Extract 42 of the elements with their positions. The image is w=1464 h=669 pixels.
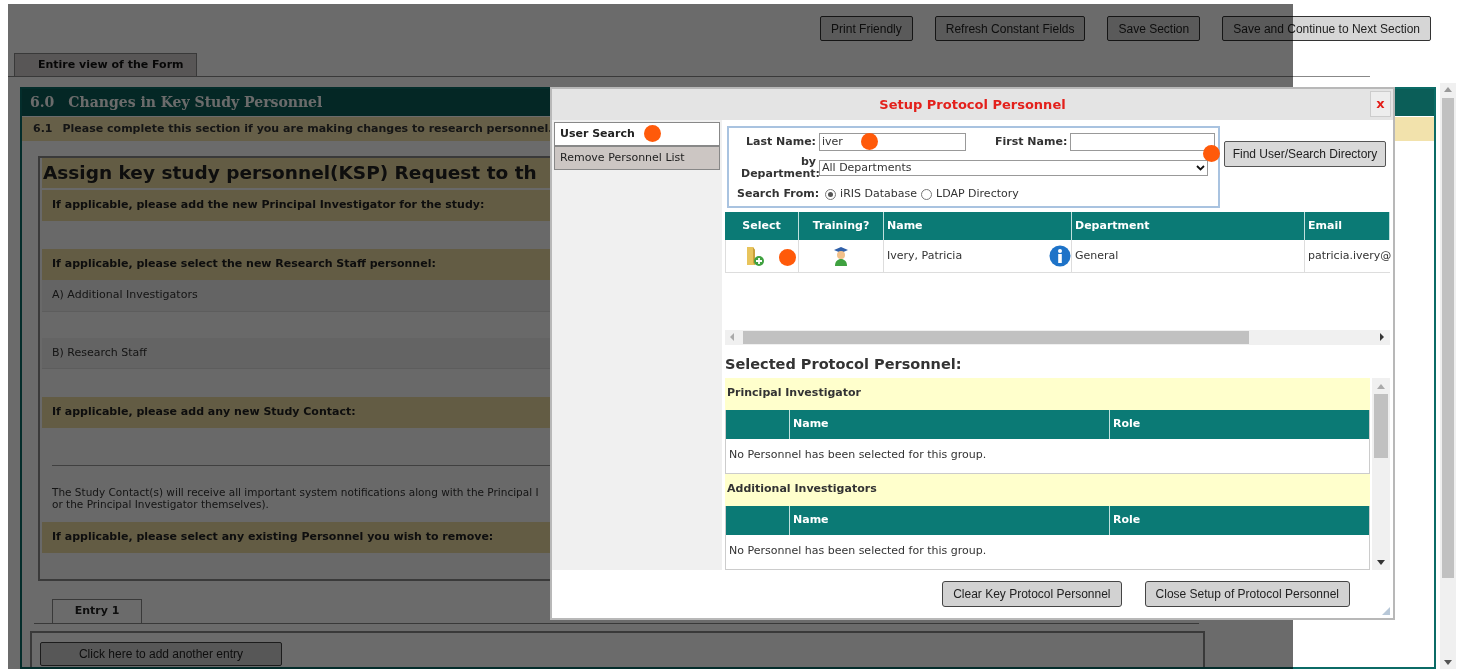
group-heading: Additional Investigators <box>725 473 1370 506</box>
folder-add-icon[interactable] <box>745 245 765 267</box>
section-number: 6.0 <box>30 92 55 112</box>
radio-button[interactable] <box>921 188 932 200</box>
radio-button[interactable] <box>825 188 837 200</box>
field-label: by Department: <box>740 156 819 180</box>
field-label: Last Name: <box>744 133 817 150</box>
horizontal-scrollbar[interactable] <box>725 330 1390 345</box>
subsection-number: 6.1 <box>33 120 53 137</box>
table-cell-text: Ivery, Patricia <box>887 247 963 264</box>
close-button[interactable]: x <box>1370 91 1391 117</box>
page-scrollbar[interactable] <box>1440 83 1456 669</box>
column-header: Training? <box>799 212 884 240</box>
department-select[interactable]: All Departments <box>819 160 1208 176</box>
table-cell: General <box>1072 240 1305 272</box>
last-name-field[interactable]: iver <box>819 133 966 151</box>
column-header: Name <box>790 409 1110 439</box>
dialog-title: Setup Protocol Personnel <box>879 95 1066 114</box>
field-label: First Name: <box>995 133 1069 150</box>
column-header: Name <box>884 212 1072 240</box>
vertical-scrollbar[interactable] <box>1372 377 1390 570</box>
entry-tab[interactable]: Entry 1 <box>52 599 142 624</box>
section-title: Changes in Key Study Personnel <box>68 92 323 112</box>
column-header: Select <box>725 212 799 240</box>
sidebar-tab[interactable]: User Search <box>554 122 720 146</box>
resize-grip-icon[interactable] <box>1382 607 1390 615</box>
column-header: Role <box>1112 415 1141 432</box>
column-header: Department <box>1072 212 1305 240</box>
table-cell-text: patricia.ivery@ <box>1307 247 1390 264</box>
find-button[interactable]: Find User/Search Directory <box>1224 141 1386 167</box>
empty-message: No Personnel has been selected for this group. <box>729 447 987 464</box>
graduate-icon <box>833 246 849 266</box>
column-header: Email <box>1305 212 1390 240</box>
info-icon[interactable] <box>1049 245 1071 267</box>
sidebar-tab[interactable]: Remove Personnel List <box>554 146 720 170</box>
chevron-down-icon <box>1196 165 1205 171</box>
column-header: Name <box>790 505 1110 535</box>
group-heading: Principal Investigator <box>725 377 1370 410</box>
first-name-field[interactable] <box>1070 133 1216 151</box>
subsection-text: Please complete this section if you are making changes to research personnel. <box>62 120 553 137</box>
dialog-button[interactable]: Clear Key Protocol Personnel <box>942 581 1122 607</box>
dialog-button[interactable]: Close Setup of Protocol Personnel <box>1144 581 1350 607</box>
